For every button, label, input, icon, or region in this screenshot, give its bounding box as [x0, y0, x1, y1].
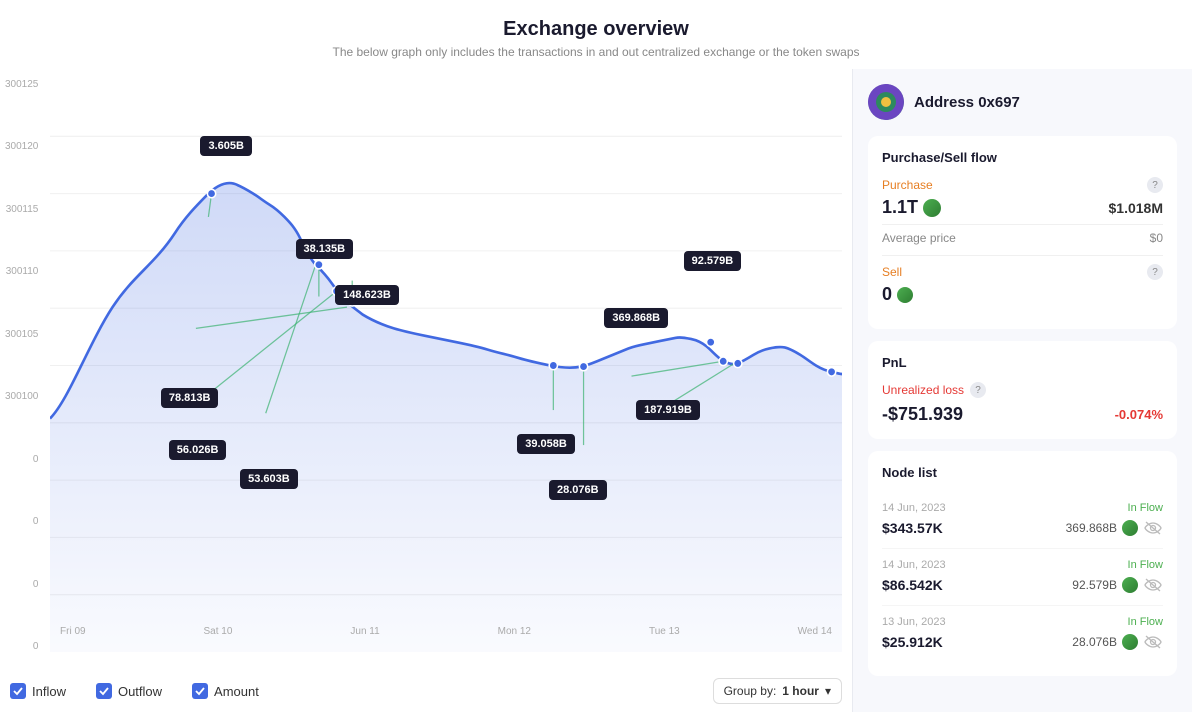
- node-usd-2: $86.542K: [882, 577, 943, 593]
- chart-tooltip-10: 187.919B: [636, 400, 700, 420]
- sell-label: Sell: [882, 265, 902, 279]
- address-title: Address 0x697: [914, 94, 1020, 111]
- hide-icon-1[interactable]: [1143, 518, 1163, 538]
- node-item-2: 14 Jun, 2023 In Flow $86.542K 92.579B: [882, 549, 1163, 606]
- sell-info-icon[interactable]: ?: [1147, 264, 1163, 280]
- pnl-info-icon[interactable]: ?: [970, 382, 986, 398]
- node-list-title: Node list: [882, 465, 1163, 480]
- token-icon-2: [1122, 577, 1138, 593]
- divider: [882, 255, 1163, 256]
- chart-tooltip-7: 39.058B: [517, 434, 575, 454]
- inflow-label: Inflow: [32, 684, 66, 699]
- node-usd-3: $25.912K: [882, 634, 943, 650]
- node-token-row-1: 369.868B: [1066, 518, 1163, 538]
- node-token-row-2: 92.579B: [1072, 575, 1163, 595]
- purchase-usd: $1.018M: [1109, 200, 1163, 216]
- legend-amount[interactable]: Amount: [192, 683, 259, 699]
- hide-icon-3[interactable]: [1143, 632, 1163, 652]
- node-token-row-3: 28.076B: [1072, 632, 1163, 652]
- x-axis: Fri 09 Sat 10 Jun 11 Mon 12 Tue 13 Wed 1…: [50, 626, 842, 637]
- node-date-2: 14 Jun, 2023: [882, 559, 946, 571]
- sell-amount: 0: [882, 284, 913, 305]
- pnl-value: -$751.939: [882, 404, 963, 425]
- purchase-amount: 1.1T: [882, 197, 941, 218]
- node-token-2: 92.579B: [1072, 578, 1117, 592]
- chart-area: 300125 300120 300115 300110 300105 30010…: [50, 79, 842, 652]
- node-token-1: 369.868B: [1066, 521, 1117, 535]
- sell-token-icon: [897, 287, 913, 303]
- pnl-section: PnL Unrealized loss ? -$751.939 -0.074%: [868, 341, 1177, 439]
- legend-outflow[interactable]: Outflow: [96, 683, 162, 699]
- check-icon-2: [99, 686, 109, 696]
- node-list-section: Node list 14 Jun, 2023 In Flow $343.57K …: [868, 451, 1177, 676]
- inflow-checkbox[interactable]: [10, 683, 26, 699]
- purchase-info-icon[interactable]: ?: [1147, 177, 1163, 193]
- purchase-row: Purchase ? 1.1T $1.018M Average price $0: [882, 177, 1163, 245]
- chart-svg: [50, 79, 842, 652]
- y-axis: 300125 300120 300115 300110 300105 30010…: [5, 79, 38, 652]
- chart-container: 300125 300120 300115 300110 300105 30010…: [0, 69, 852, 712]
- avg-price-label: Average price: [882, 231, 956, 245]
- check-icon: [13, 686, 23, 696]
- node-date-3: 13 Jun, 2023: [882, 616, 946, 628]
- chart-tooltip-5: 56.026B: [169, 440, 227, 460]
- amount-label: Amount: [214, 684, 259, 699]
- chart-tooltip-9: 369.868B: [604, 308, 668, 328]
- page-header: Exchange overview The below graph only i…: [0, 0, 1192, 69]
- chart-legend: Inflow Outflow Amount Group by: 1 ho: [0, 670, 852, 712]
- chevron-down-icon: ▾: [825, 684, 831, 698]
- unrealized-loss-label: Unrealized loss: [882, 383, 964, 397]
- node-token-3: 28.076B: [1072, 635, 1117, 649]
- avatar: [868, 84, 904, 120]
- token-icon-3: [1122, 634, 1138, 650]
- node-usd-1: $343.57K: [882, 520, 943, 536]
- group-by-label: Group by:: [724, 684, 777, 698]
- pnl-percent: -0.074%: [1115, 407, 1163, 422]
- node-date-1: 14 Jun, 2023: [882, 502, 946, 514]
- check-icon-3: [195, 686, 205, 696]
- chart-tooltip-1: 3.605B: [200, 136, 251, 156]
- group-by-select[interactable]: Group by: 1 hour ▾: [713, 678, 842, 704]
- amount-checkbox[interactable]: [192, 683, 208, 699]
- sell-row: Sell ? 0: [882, 264, 1163, 305]
- purchase-sell-section: Purchase/Sell flow Purchase ? 1.1T $1.01…: [868, 136, 1177, 329]
- node-flow-1: In Flow: [1128, 502, 1163, 514]
- group-by-value: 1 hour: [782, 684, 819, 698]
- token-icon: [923, 199, 941, 217]
- node-item-3: 13 Jun, 2023 In Flow $25.912K 28.076B: [882, 606, 1163, 662]
- pnl-title: PnL: [882, 355, 1163, 370]
- legend-inflow[interactable]: Inflow: [10, 683, 66, 699]
- chart-tooltip-8: 28.076B: [549, 480, 607, 500]
- hide-icon-2[interactable]: [1143, 575, 1163, 595]
- chart-tooltip-4: 78.813B: [161, 388, 219, 408]
- address-header: Address 0x697: [868, 84, 1177, 120]
- node-item-1: 14 Jun, 2023 In Flow $343.57K 369.868B: [882, 492, 1163, 549]
- chart-tooltip-2: 38.135B: [296, 239, 354, 259]
- chart-tooltip-6: 53.603B: [240, 469, 298, 489]
- purchase-sell-title: Purchase/Sell flow: [882, 150, 1163, 165]
- node-flow-3: In Flow: [1128, 616, 1163, 628]
- right-panel: Address 0x697 Purchase/Sell flow Purchas…: [852, 69, 1192, 712]
- page-subtitle: The below graph only includes the transa…: [0, 45, 1192, 59]
- outflow-checkbox[interactable]: [96, 683, 112, 699]
- chart-tooltip-3: 148.623B: [335, 285, 399, 305]
- node-flow-2: In Flow: [1128, 559, 1163, 571]
- outflow-label: Outflow: [118, 684, 162, 699]
- chart-tooltip-11: 92.579B: [684, 251, 742, 271]
- token-icon-1: [1122, 520, 1138, 536]
- purchase-label: Purchase: [882, 178, 933, 192]
- avg-price-value: $0: [1150, 231, 1163, 245]
- page-title: Exchange overview: [0, 18, 1192, 41]
